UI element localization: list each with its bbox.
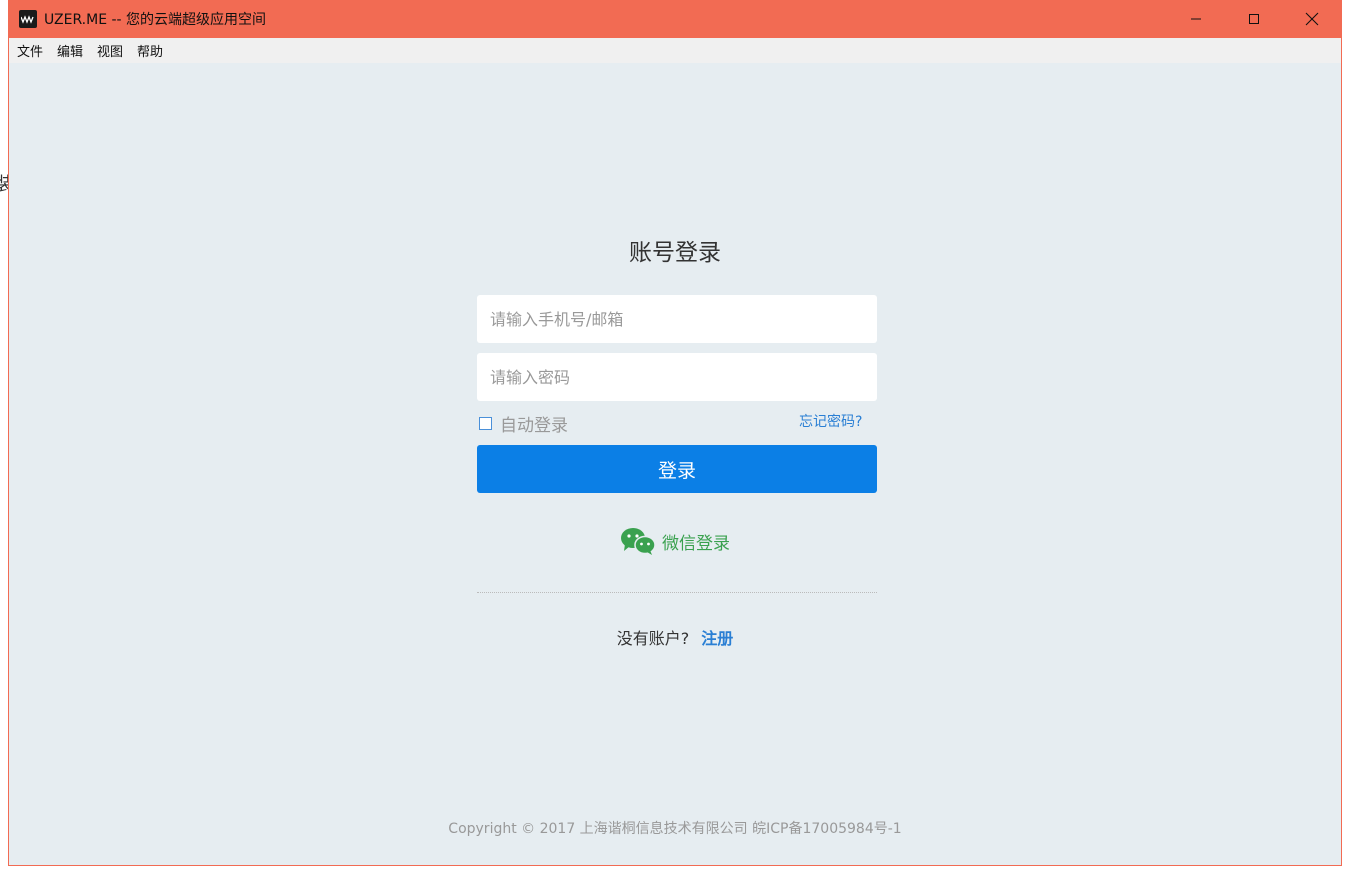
- wechat-login-button[interactable]: 微信登录: [9, 526, 1341, 556]
- close-icon: [1305, 12, 1319, 26]
- wechat-login-label: 微信登录: [662, 533, 730, 554]
- forgot-password-link[interactable]: 忘记密码?: [799, 411, 862, 431]
- register-link[interactable]: 注册: [701, 625, 733, 649]
- maximize-button[interactable]: [1225, 0, 1283, 38]
- footer-copyright: Copyright © 2017 上海谐桐信息技术有限公司 皖ICP备17005…: [448, 821, 902, 837]
- window-title: UZER.ME -- 您的云端超级应用空间: [44, 12, 267, 28]
- register-row: 没有账户? 注册: [9, 625, 1341, 649]
- menu-edit[interactable]: 编辑: [50, 41, 90, 60]
- minimize-button[interactable]: [1167, 0, 1225, 38]
- password-input[interactable]: [477, 353, 877, 401]
- close-button[interactable]: [1283, 0, 1341, 38]
- login-page: 账号登录 自动登录 忘记密码? 登录 微信登录 没有账户?: [9, 63, 1341, 865]
- menu-file[interactable]: 文件: [9, 41, 50, 60]
- maximize-icon: [1249, 14, 1259, 24]
- title-bar[interactable]: UZER.ME -- 您的云端超级应用空间: [9, 0, 1341, 38]
- auto-login-checkbox[interactable]: [479, 417, 492, 430]
- auto-login-label: 自动登录: [500, 416, 568, 436]
- login-title: 账号登录: [629, 240, 721, 266]
- menu-bar: 文件 编辑 视图 帮助: [9, 38, 1341, 63]
- login-button[interactable]: 登录: [477, 445, 877, 493]
- menu-view[interactable]: 视图: [90, 41, 130, 60]
- window-controls: [1167, 0, 1341, 38]
- wechat-icon: [621, 528, 656, 555]
- app-window: UZER.ME -- 您的云端超级应用空间 文件 编辑 视图 帮助 账号登录 请…: [8, 0, 1342, 866]
- app-logo-icon: [19, 10, 37, 28]
- minimize-icon: [1191, 18, 1201, 20]
- auto-login-option[interactable]: 自动登录: [479, 411, 568, 436]
- menu-help[interactable]: 帮助: [130, 41, 170, 60]
- phone-email-input[interactable]: [477, 295, 877, 343]
- divider: [477, 592, 877, 593]
- no-account-text: 没有账户?: [616, 629, 690, 648]
